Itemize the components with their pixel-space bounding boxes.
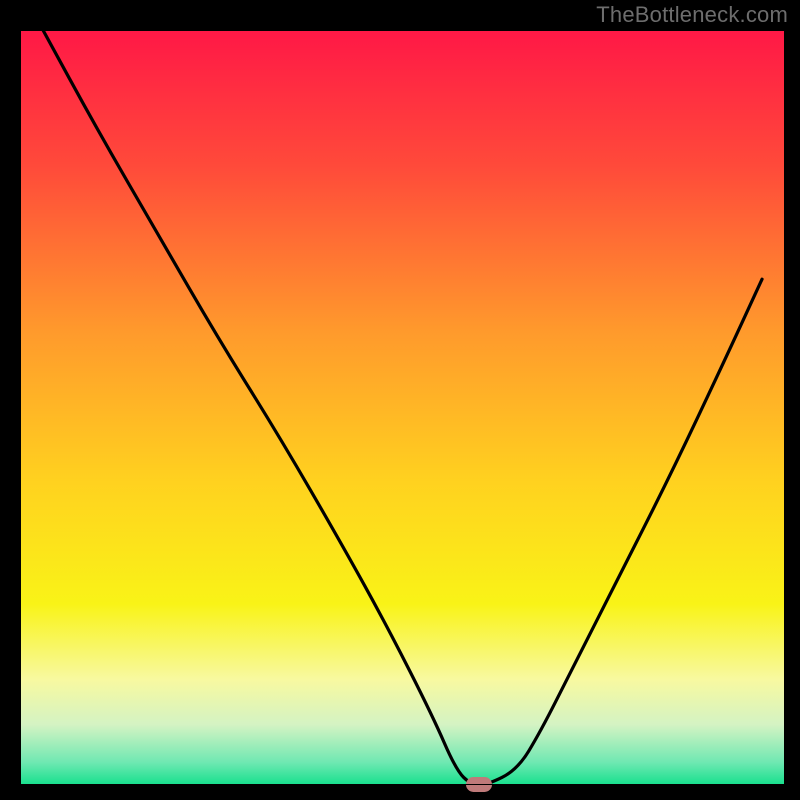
watermark-text: TheBottleneck.com (596, 2, 788, 28)
chart-frame: TheBottleneck.com (0, 0, 800, 800)
bottleneck-chart (0, 0, 800, 800)
